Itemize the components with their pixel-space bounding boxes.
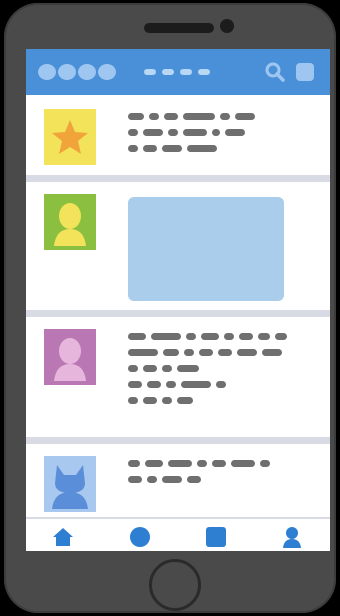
- divider: [26, 437, 330, 444]
- phone-device: [4, 3, 336, 613]
- app-logo[interactable]: [38, 64, 116, 80]
- post-text: [128, 113, 255, 161]
- tab-3[interactable]: [180, 69, 192, 75]
- post-card[interactable]: [26, 97, 330, 175]
- person-silhouette-icon: [54, 338, 86, 381]
- avatar[interactable]: [44, 194, 96, 250]
- post-text: [128, 333, 287, 413]
- bottom-nav: [26, 517, 330, 551]
- tab-1[interactable]: [144, 69, 156, 75]
- avatar[interactable]: [44, 329, 96, 385]
- divider: [26, 175, 330, 182]
- avatar[interactable]: [44, 109, 96, 165]
- grid-icon[interactable]: [296, 63, 314, 81]
- post-image[interactable]: [128, 197, 284, 301]
- profile-icon[interactable]: [281, 526, 303, 548]
- speaker-grille: [144, 23, 214, 33]
- square-icon[interactable]: [205, 526, 227, 548]
- cat-silhouette-icon: [52, 465, 88, 509]
- tab-strip[interactable]: [144, 69, 210, 75]
- post-card[interactable]: [26, 182, 330, 310]
- avatar[interactable]: [44, 456, 96, 512]
- star-icon: [52, 120, 88, 154]
- app-bar: [26, 49, 330, 95]
- tab-4[interactable]: [198, 69, 210, 75]
- post-text: [128, 460, 270, 492]
- home-icon[interactable]: [52, 526, 74, 548]
- post-card[interactable]: [26, 317, 330, 437]
- feed-list: [26, 97, 330, 524]
- phone-screen: [26, 49, 330, 551]
- home-button[interactable]: [149, 559, 201, 611]
- post-card[interactable]: [26, 444, 330, 524]
- divider: [26, 310, 330, 317]
- person-silhouette-icon: [54, 203, 86, 246]
- search-icon[interactable]: [264, 61, 286, 83]
- tab-2[interactable]: [162, 69, 174, 75]
- front-camera: [220, 19, 234, 33]
- circle-icon[interactable]: [129, 526, 151, 548]
